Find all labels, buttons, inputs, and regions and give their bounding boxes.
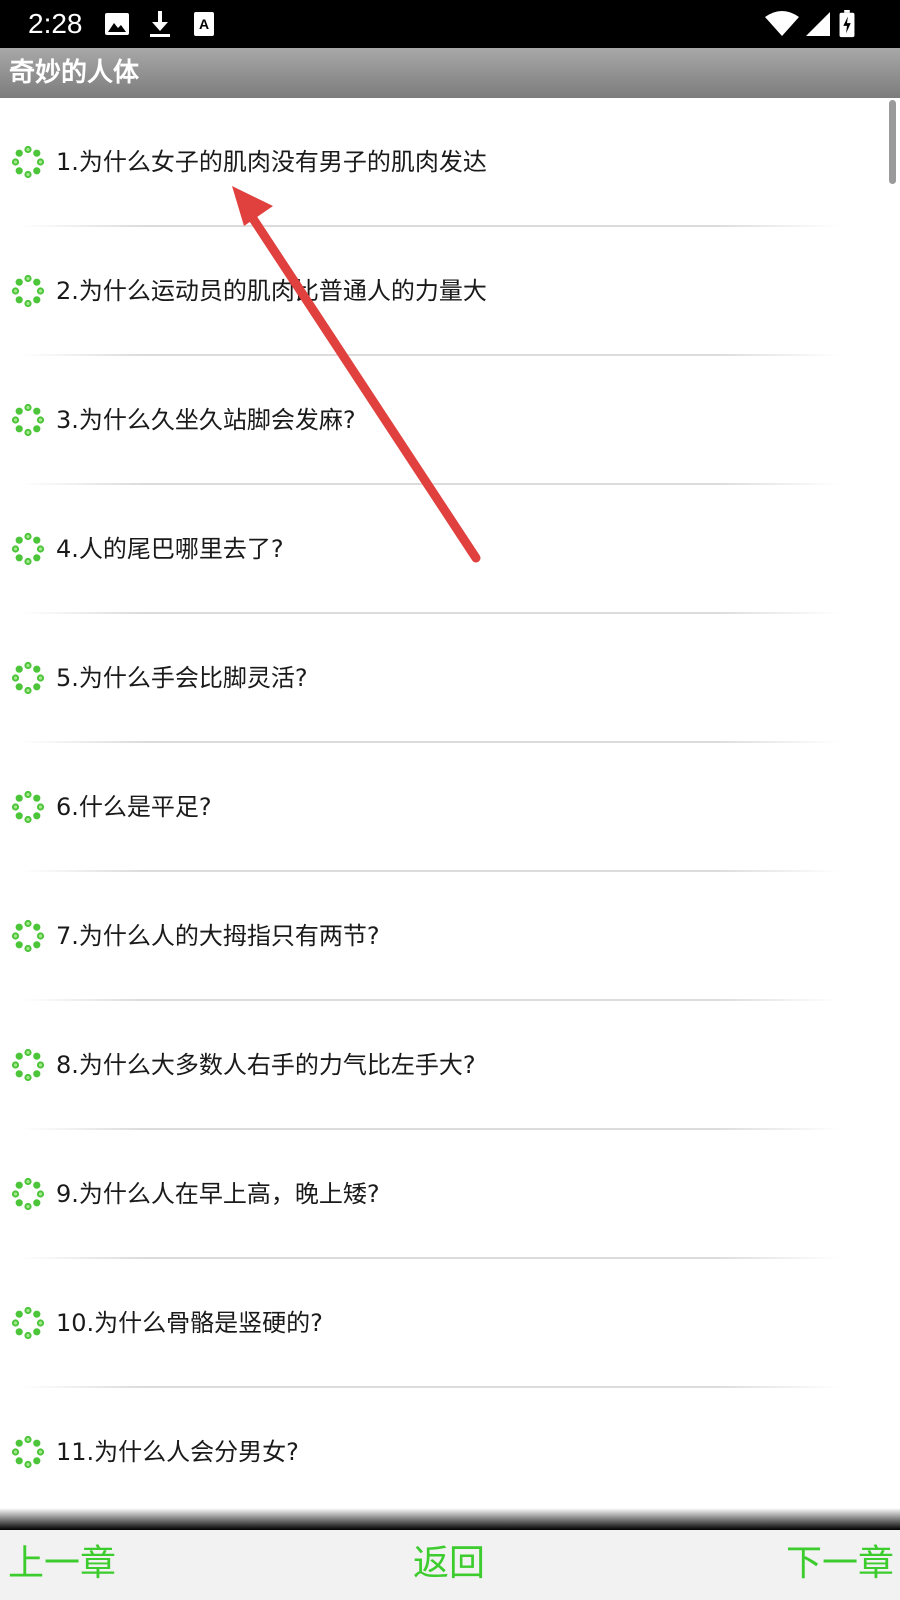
app-title: 奇妙的人体 bbox=[9, 58, 140, 88]
signal-icon bbox=[806, 12, 830, 36]
list-item-label: 4.人的尾巴哪里去了? bbox=[56, 535, 284, 563]
list-item-label: 6.什么是平足? bbox=[56, 793, 212, 821]
flower-bullet-icon bbox=[11, 274, 45, 308]
list-item-label: 3.为什么久坐久站脚会发麻? bbox=[56, 406, 356, 434]
list-item[interactable]: 1.为什么女子的肌肉没有男子的肌肉发达 bbox=[0, 98, 900, 227]
flower-bullet-icon bbox=[11, 661, 45, 695]
svg-text:A: A bbox=[199, 16, 209, 32]
list-item[interactable]: 3.为什么久坐久站脚会发麻? bbox=[0, 356, 900, 485]
question-list[interactable]: 1.为什么女子的肌肉没有男子的肌肉发达 2.为什么运动员的肌肉比普通人的力量大 … bbox=[0, 98, 900, 1510]
list-item[interactable]: 5.为什么手会比脚灵活? bbox=[0, 614, 900, 743]
bottom-nav: 上一章 返回 下一章 bbox=[0, 1530, 900, 1600]
image-icon bbox=[105, 13, 129, 35]
flower-bullet-icon bbox=[11, 532, 45, 566]
flower-bullet-icon bbox=[11, 919, 45, 953]
list-item-label: 8.为什么大多数人右手的力气比左手大? bbox=[56, 1051, 476, 1079]
wifi-icon bbox=[765, 11, 799, 36]
download-icon bbox=[150, 11, 170, 37]
list-item[interactable]: 7.为什么人的大拇指只有两节? bbox=[0, 872, 900, 1001]
status-bar: 2:28 A bbox=[0, 0, 900, 48]
list-item-label: 7.为什么人的大拇指只有两节? bbox=[56, 922, 380, 950]
flower-bullet-icon bbox=[11, 1177, 45, 1211]
flower-bullet-icon bbox=[11, 1306, 45, 1340]
back-button[interactable]: 返回 bbox=[413, 1538, 485, 1590]
flower-bullet-icon bbox=[11, 1048, 45, 1082]
flower-bullet-icon bbox=[11, 403, 45, 437]
list-item-label: 11.为什么人会分男女? bbox=[56, 1438, 299, 1466]
list-item[interactable]: 4.人的尾巴哪里去了? bbox=[0, 485, 900, 614]
list-item-label: 10.为什么骨骼是竖硬的? bbox=[56, 1309, 323, 1337]
list-item-label: 2.为什么运动员的肌肉比普通人的力量大 bbox=[56, 277, 487, 305]
status-time: 2:28 bbox=[28, 8, 83, 39]
title-bar: 奇妙的人体 bbox=[0, 48, 900, 98]
app-screen: 2:28 A 奇妙的人体 1.为什么女子的肌肉没有男子的肌肉发达 2.为什么运动… bbox=[0, 0, 900, 1600]
list-item[interactable]: 8.为什么大多数人右手的力气比左手大? bbox=[0, 1001, 900, 1130]
list-item[interactable]: 9.为什么人在早上高，晚上矮? bbox=[0, 1130, 900, 1259]
flower-bullet-icon bbox=[11, 1435, 45, 1469]
scrollbar[interactable] bbox=[889, 100, 896, 184]
list-item[interactable]: 2.为什么运动员的肌肉比普通人的力量大 bbox=[0, 227, 900, 356]
next-chapter-button[interactable]: 下一章 bbox=[786, 1538, 894, 1590]
flower-bullet-icon bbox=[11, 790, 45, 824]
battery-icon bbox=[839, 10, 855, 38]
flower-bullet-icon bbox=[11, 145, 45, 179]
list-item-label: 1.为什么女子的肌肉没有男子的肌肉发达 bbox=[56, 148, 487, 176]
list-item-label: 9.为什么人在早上高，晚上矮? bbox=[56, 1180, 380, 1208]
prev-chapter-button[interactable]: 上一章 bbox=[8, 1538, 116, 1590]
font-icon: A bbox=[194, 12, 214, 36]
list-item[interactable]: 6.什么是平足? bbox=[0, 743, 900, 872]
bottom-divider bbox=[0, 1508, 900, 1530]
list-item-label: 5.为什么手会比脚灵活? bbox=[56, 664, 308, 692]
list-item[interactable]: 11.为什么人会分男女? bbox=[0, 1388, 900, 1510]
list-item[interactable]: 10.为什么骨骼是竖硬的? bbox=[0, 1259, 900, 1388]
